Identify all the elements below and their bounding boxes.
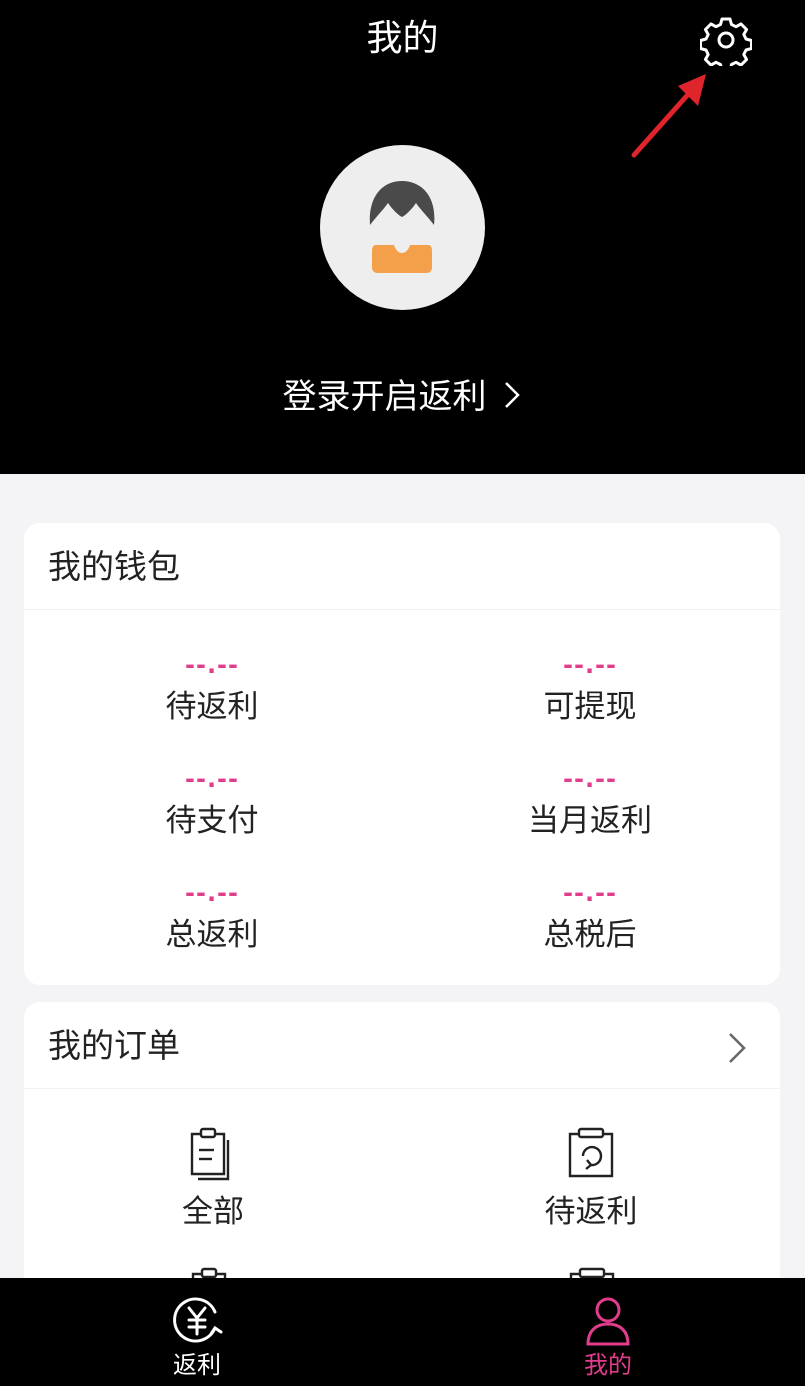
orders-title: 我的订单 (48, 1026, 180, 1065)
chevron-right-icon (504, 382, 520, 408)
stat-label: 可提现 (543, 689, 637, 725)
stat-label: 待返利 (165, 689, 259, 725)
tab-mine[interactable]: 我的 (508, 1278, 708, 1386)
stat-month-rebate[interactable]: --.-- 当月返利 (440, 765, 740, 843)
wallet-card: 我的钱包 --.-- 待返利 --.-- 可提现 --.-- 待支付 --.--… (24, 523, 780, 985)
stat-withdrawable[interactable]: --.-- 可提现 (440, 651, 740, 729)
stat-value: --.-- (185, 879, 239, 907)
tab-rebate[interactable]: 返利 (97, 1278, 297, 1386)
clipboard-list-icon (190, 1127, 230, 1181)
clipboard-refresh-icon (568, 1127, 614, 1178)
tab-label: 返利 (173, 1351, 221, 1379)
login-link-label: 登录开启返利 (282, 377, 487, 417)
default-user-avatar-icon (369, 181, 435, 273)
order-filter-label: 待返利 (544, 1194, 638, 1230)
stat-total-rebate[interactable]: --.-- 总返利 (62, 879, 362, 957)
stat-value: --.-- (185, 765, 239, 793)
tab-label: 我的 (584, 1351, 632, 1379)
stat-total-after-tax[interactable]: --.-- 总税后 (440, 879, 740, 957)
divider (24, 1088, 780, 1089)
stat-label: 总税后 (543, 917, 637, 953)
stat-label: 待支付 (165, 803, 259, 839)
settings-gear-icon[interactable] (700, 14, 752, 66)
divider (24, 609, 780, 610)
stat-pending-rebate[interactable]: --.-- 待返利 (62, 651, 362, 729)
page-title: 我的 (366, 18, 439, 59)
order-filter-label: 全部 (182, 1194, 244, 1230)
yen-refresh-icon (173, 1297, 223, 1343)
stat-label: 总返利 (165, 917, 259, 953)
stat-value: --.-- (563, 765, 617, 793)
order-filter-pending-rebate[interactable]: 待返利 (491, 1126, 691, 1234)
wallet-title: 我的钱包 (48, 547, 180, 586)
orders-chevron-right-icon[interactable] (724, 1030, 750, 1066)
login-link[interactable]: 登录开启返利 (0, 372, 805, 422)
profile-header: 我的 登录开启返利 (0, 0, 805, 474)
stat-pending-payment[interactable]: --.-- 待支付 (62, 765, 362, 843)
bottom-tab-bar: 返利 我的 (0, 1278, 805, 1386)
stat-label: 当月返利 (528, 803, 652, 839)
stat-value: --.-- (185, 651, 239, 679)
order-filter-all[interactable]: 全部 (113, 1126, 313, 1234)
annotation-arrow-icon (631, 74, 706, 158)
user-icon (586, 1297, 630, 1346)
orders-card: 我的订单 全部 待返利 (24, 1002, 780, 1302)
stat-value: --.-- (563, 651, 617, 679)
avatar[interactable] (320, 145, 485, 310)
stat-value: --.-- (563, 879, 617, 907)
